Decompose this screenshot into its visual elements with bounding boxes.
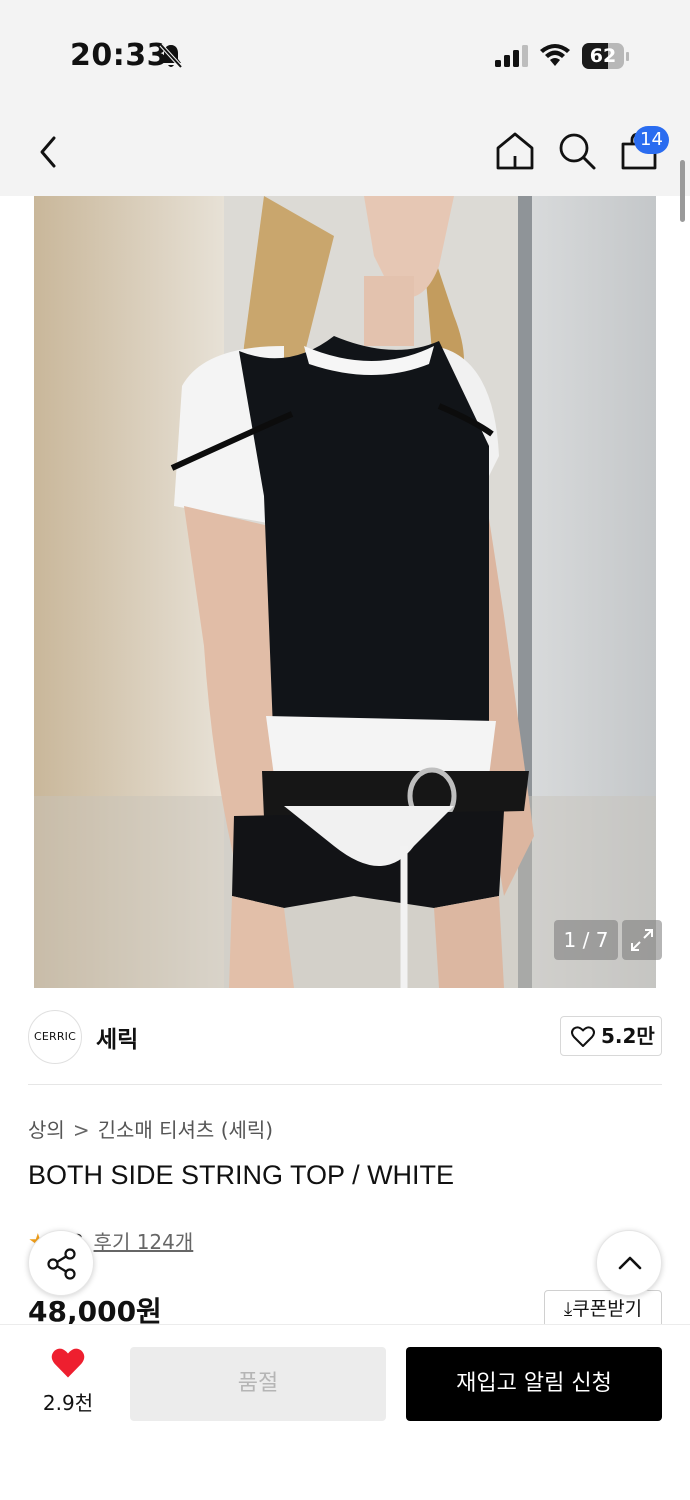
coupon-label: 쿠폰받기 bbox=[572, 1298, 643, 1320]
brand-like-count: 5.2만 bbox=[601, 1024, 655, 1048]
share-icon bbox=[47, 1248, 76, 1280]
battery-icon: 62 bbox=[582, 43, 630, 69]
back-icon[interactable] bbox=[30, 132, 66, 172]
image-page-indicator: 1 / 7 bbox=[554, 920, 618, 960]
cart-badge: 14 bbox=[634, 126, 669, 154]
product-photo bbox=[34, 196, 656, 988]
breadcrumb-item-category[interactable]: 긴소매 티셔츠 (세릭) bbox=[98, 1114, 274, 1143]
brand-logo[interactable]: CERRIC bbox=[28, 1010, 82, 1064]
bell-off-icon bbox=[159, 43, 183, 69]
expand-icon[interactable] bbox=[622, 920, 662, 960]
breadcrumb-separator: > bbox=[72, 1118, 90, 1142]
breadcrumb-item-top[interactable]: 상의 bbox=[28, 1114, 65, 1143]
brand-like-button[interactable]: 5.2만 bbox=[560, 1016, 662, 1056]
search-icon[interactable] bbox=[556, 130, 598, 172]
restock-alert-button[interactable]: 재입고 알림 신청 bbox=[406, 1347, 662, 1421]
chevron-up-icon bbox=[618, 1256, 642, 1270]
battery-percent: 62 bbox=[589, 45, 617, 67]
heart-filled-icon bbox=[51, 1348, 85, 1378]
breadcrumb: 상의 > 긴소매 티셔츠 (세릭) bbox=[28, 1114, 273, 1143]
product-title: BOTH SIDE STRING TOP / WHITE bbox=[28, 1160, 455, 1190]
product-image[interactable] bbox=[34, 196, 656, 988]
download-icon: ⤓ bbox=[563, 1298, 573, 1320]
heart-outline-icon bbox=[571, 1026, 595, 1047]
scrollbar[interactable] bbox=[680, 160, 685, 222]
coupon-button[interactable]: ⤓쿠폰받기 bbox=[544, 1290, 662, 1328]
soldout-button: 품절 bbox=[130, 1347, 386, 1421]
signal-icon bbox=[495, 45, 528, 67]
scroll-top-button[interactable] bbox=[596, 1230, 662, 1296]
brand-name[interactable]: 세릭 bbox=[96, 1020, 138, 1054]
home-icon[interactable] bbox=[494, 130, 536, 172]
status-time: 20:33 bbox=[70, 38, 168, 73]
wifi-icon bbox=[540, 44, 570, 66]
review-link[interactable]: 후기 124개 bbox=[94, 1230, 194, 1254]
divider bbox=[28, 1084, 662, 1085]
bottom-action-bar: 2.9천 품절 재입고 알림 신청 bbox=[0, 1324, 690, 1500]
like-button[interactable]: 2.9천 bbox=[28, 1347, 108, 1421]
share-button[interactable] bbox=[28, 1230, 94, 1296]
status-bar: 20:33 62 bbox=[0, 0, 690, 110]
app-header: 14 bbox=[0, 110, 690, 196]
like-count: 2.9천 bbox=[42, 1391, 94, 1415]
